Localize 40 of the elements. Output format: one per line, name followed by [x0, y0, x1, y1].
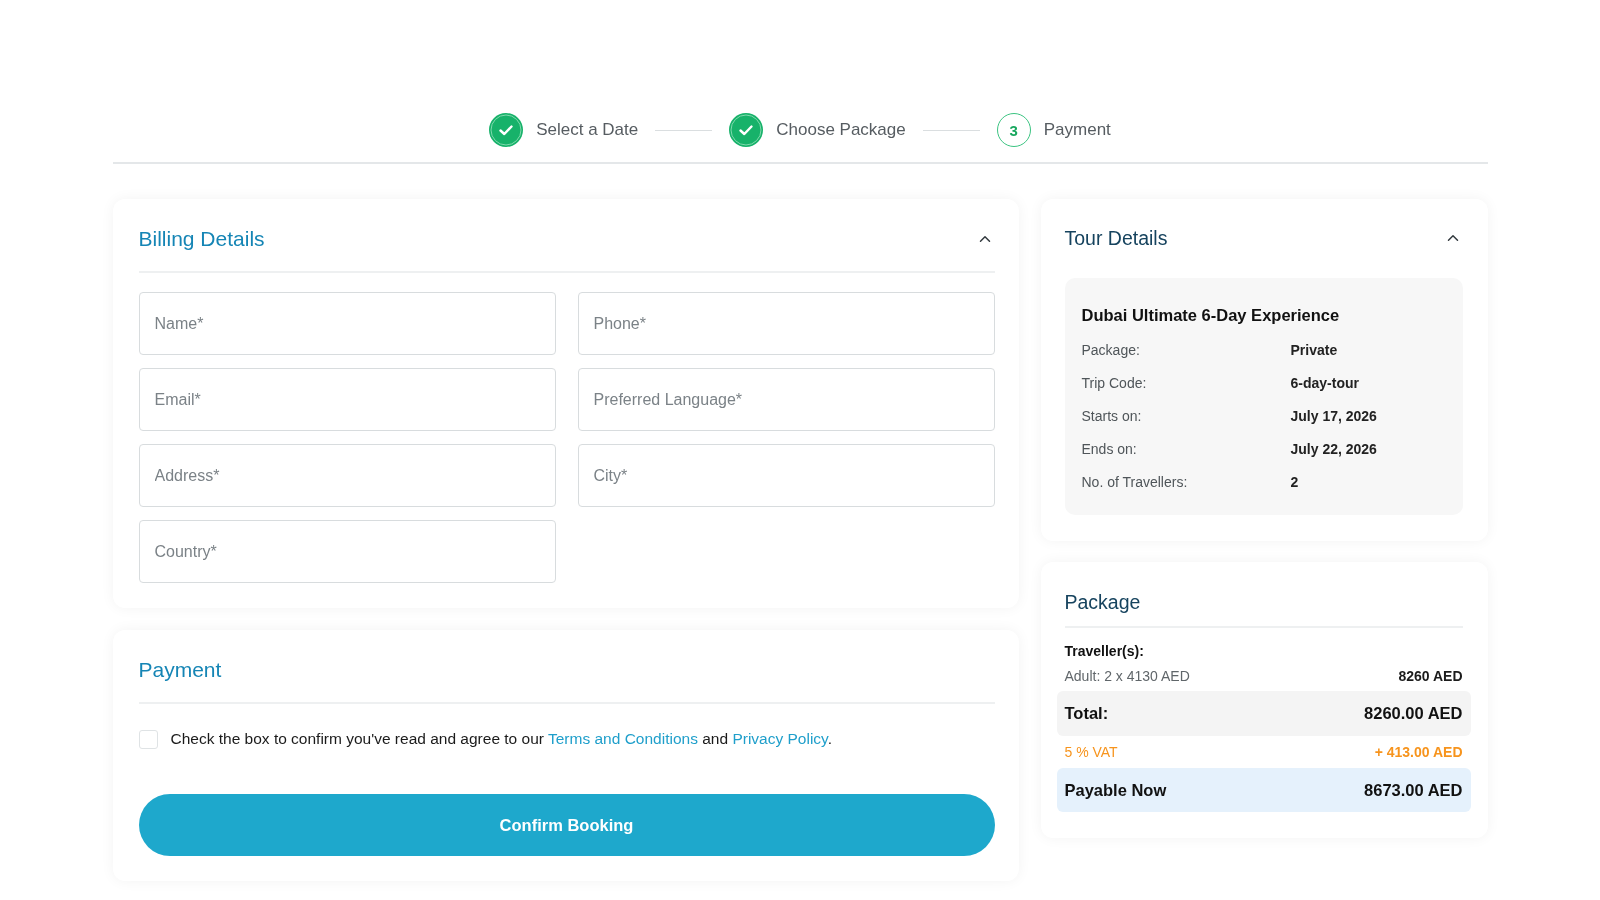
input-field[interactable]: Email* [138, 368, 556, 431]
step-number: 3 [996, 113, 1031, 147]
section-title: Billing Details [138, 227, 265, 251]
tour-name: Dubai Ultimate 6-Day Experience [1081, 305, 1341, 326]
detail-value: 2 [1290, 473, 1300, 490]
step-label: Select a Date [536, 120, 639, 140]
detail-label: Ends on: [1081, 440, 1138, 457]
summary-label: 5 % VAT [1064, 744, 1118, 760]
detail-value: Private [1290, 341, 1339, 358]
input-field[interactable]: Country* [138, 520, 556, 583]
detail-label: Trip Code: [1081, 374, 1148, 391]
price-line-label: Adult: 2 x 4130 AED [1064, 668, 1190, 684]
agreement-text: Check the box to confirm you've read and agree to our Terms and Conditions and Privacy Policy. [170, 730, 833, 748]
detail-label: Package: [1081, 341, 1141, 358]
privacy-link[interactable]: Privacy Policy [732, 730, 828, 747]
agreement-checkbox[interactable] [138, 729, 158, 749]
step-label: Payment [1043, 120, 1111, 140]
travellers-heading: Traveller(s): [1064, 643, 1145, 659]
input-field[interactable]: Name* [138, 292, 556, 355]
section-title: Payment [138, 658, 222, 682]
detail-value: July 22, 2026 [1290, 440, 1378, 457]
step-label: Choose Package [776, 120, 906, 140]
input-field[interactable]: Preferred Language* [577, 368, 995, 431]
price-line-amount: 8260 AED [1398, 668, 1463, 684]
section-title: Package [1064, 590, 1141, 614]
detail-label: Starts on: [1081, 407, 1143, 424]
detail-label: No. of Travellers: [1081, 473, 1189, 490]
summary-amount: 8673.00 AED [1364, 780, 1463, 800]
input-field[interactable]: Phone* [577, 292, 995, 355]
detail-value: July 17, 2026 [1290, 407, 1378, 424]
terms-link[interactable]: Terms and Conditions [548, 730, 698, 747]
summary-label: Total: [1064, 704, 1109, 723]
input-field[interactable]: Address* [138, 444, 556, 507]
confirm-booking-button[interactable]: Confirm Booking [138, 794, 995, 856]
input-field[interactable]: City* [577, 444, 995, 507]
summary-label: Payable Now [1064, 780, 1167, 800]
summary-amount: + 413.00 AED [1374, 744, 1463, 760]
summary-amount: 8260.00 AED [1364, 704, 1463, 723]
detail-value: 6-day-tour [1290, 374, 1360, 391]
section-title: Tour Details [1064, 226, 1168, 250]
